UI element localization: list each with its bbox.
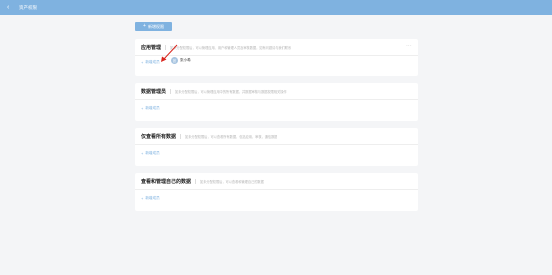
add-permission-label: 新增权限 [147,23,164,29]
more-icon[interactable]: ··· [406,43,412,49]
card-description: 如未分配权限后，可以查看和管理自己的数据 [195,178,264,184]
add-member-label: 新增成员 [145,196,160,200]
annotation-arrow-icon [161,44,178,62]
add-permission-button[interactable]: + 新增权限 [135,22,172,31]
member-name: 张小希 [180,58,191,62]
add-member-button[interactable]: + 新增成员 [141,60,160,65]
card-title: 仅查看所有数据 [141,133,177,140]
add-member-label: 新增成员 [145,151,160,155]
card-title: 数据管理员 [141,88,167,95]
plus-icon: + [143,23,146,29]
plus-icon: + [141,196,144,201]
card-description: 如未分配权限后，可以管理应用、用户和管理人员及审核数据，如有问题请与我们联系 [165,44,291,50]
role-card-data-admin: 数据管理员 如未分配权限后，可以管理应用中的所有数据，并数据审核与数据权限相关操… [135,83,418,121]
divider [135,99,418,100]
page-title: 资产权限 [19,5,37,10]
plus-icon: + [141,151,144,156]
add-member-button[interactable]: + 新增成员 [141,106,160,111]
plus-icon: + [141,106,144,111]
back-icon[interactable]: ‹ [7,0,17,15]
divider [135,189,418,190]
add-member-button[interactable]: + 新增成员 [141,196,160,201]
role-card-view-all: 仅查看所有数据 如未分配权限后，可以查看所有数据，包括应用，审核，通信数据 + … [135,128,418,166]
divider [135,144,418,145]
plus-icon: + [141,60,144,65]
add-member-label: 新增成员 [145,106,160,110]
card-description: 如未分配权限后，可以查看所有数据，包括应用，审核，通信数据 [180,133,277,139]
top-bar: ‹ 资产权限 [0,0,552,15]
role-card-own-data: 查看和管理自己的数据 如未分配权限后，可以查看和管理自己的数据 + 新增成员 [135,173,418,211]
add-member-button[interactable]: + 新增成员 [141,151,160,156]
card-title: 查看和管理自己的数据 [141,178,192,185]
card-description: 如未分配权限后，可以管理应用中的所有数据，并数据审核与数据权限相关操作 [170,88,287,94]
